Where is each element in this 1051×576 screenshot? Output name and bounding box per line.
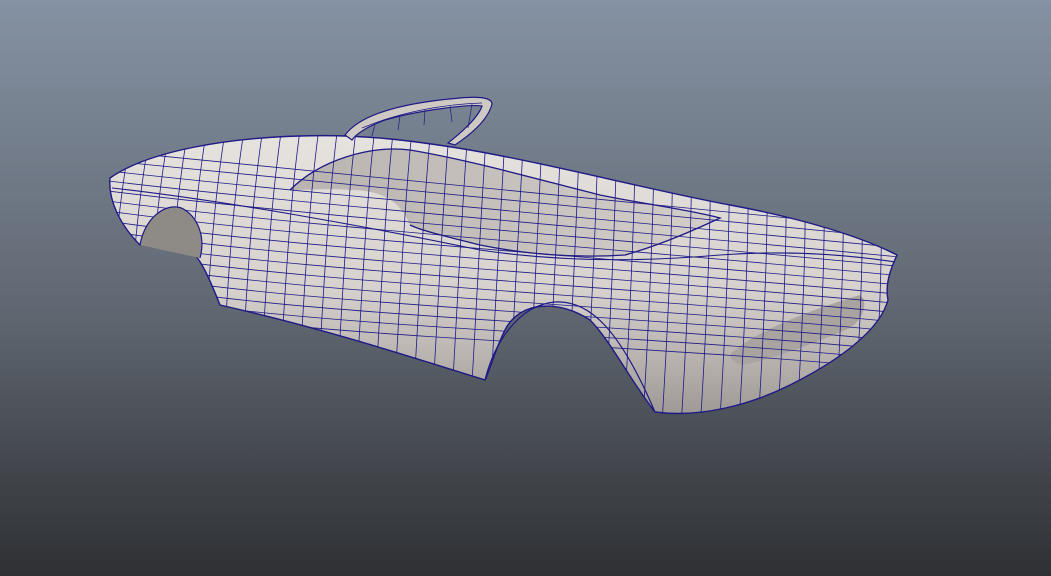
wire-cross-section bbox=[912, 110, 920, 430]
wire-cross-section bbox=[109, 135, 137, 414]
wire-cross-section bbox=[109, 135, 119, 414]
3d-viewport[interactable] bbox=[0, 0, 1051, 576]
car-body-wireframe-model[interactable] bbox=[0, 0, 1051, 576]
wire-cross-section bbox=[892, 135, 898, 414]
car-body-shell[interactable] bbox=[84, 110, 919, 430]
